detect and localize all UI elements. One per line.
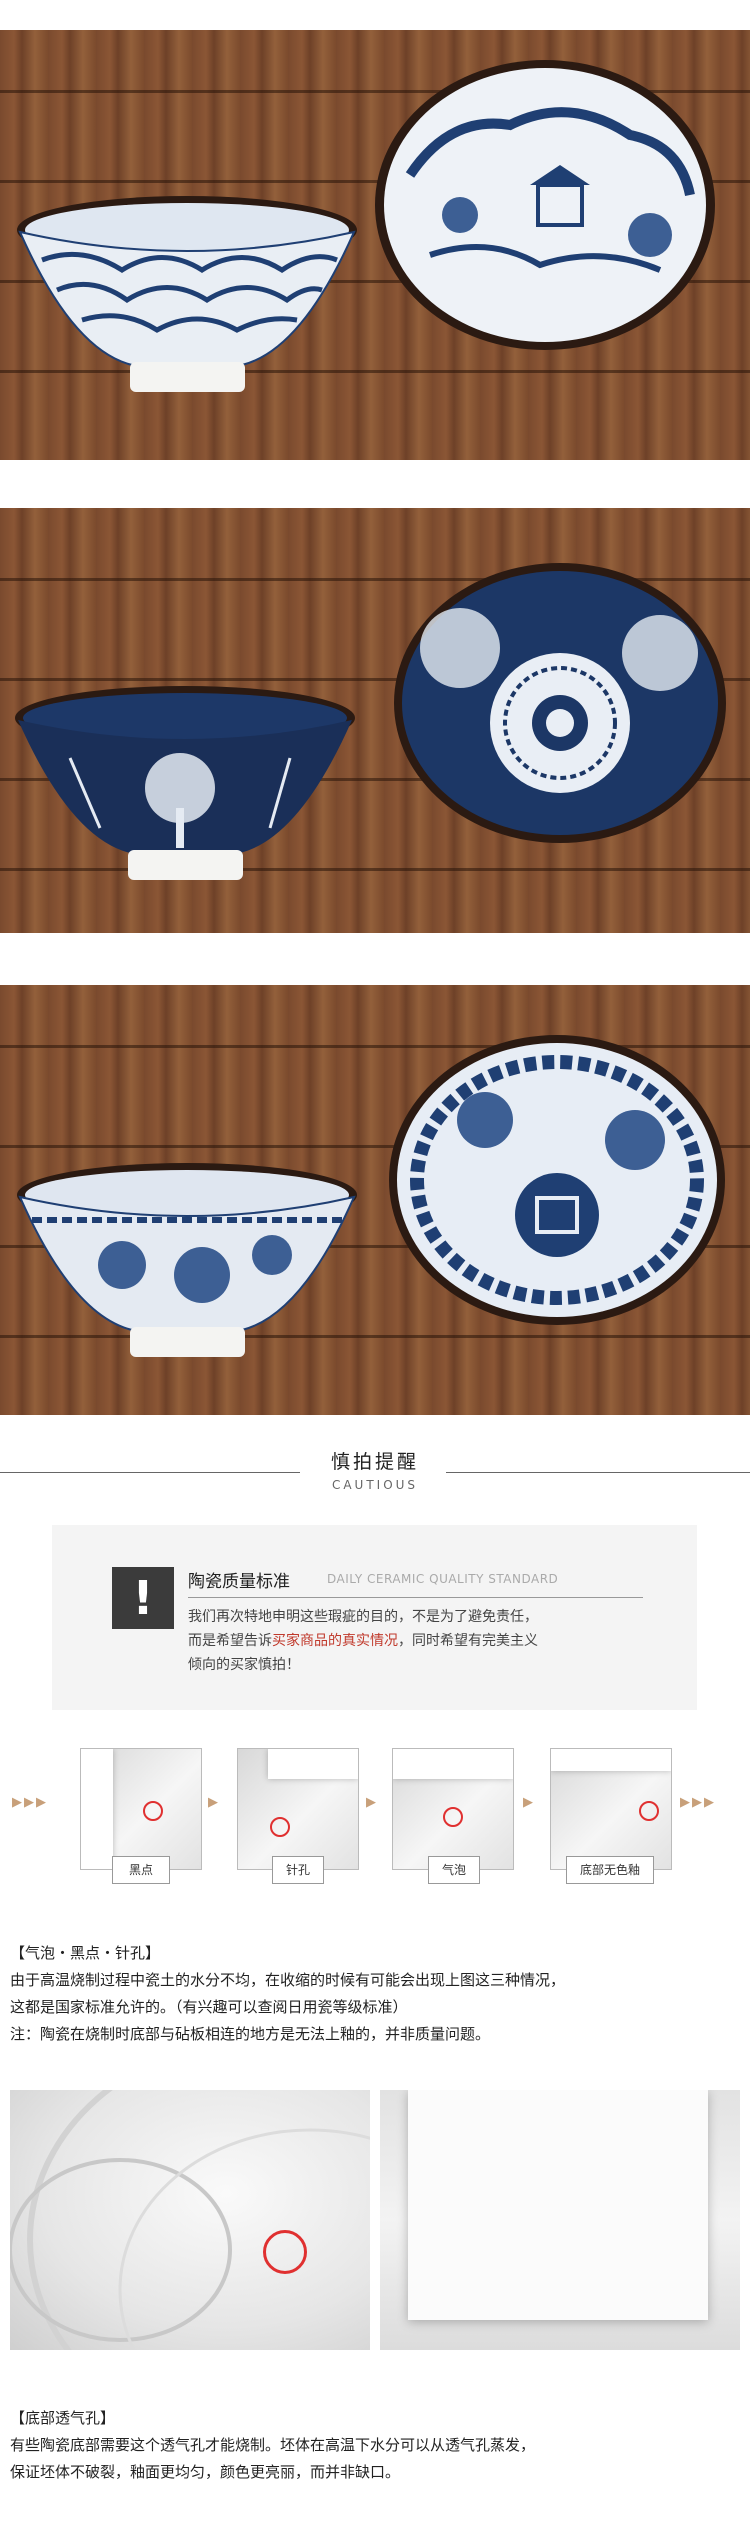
bowl-top-view [370,55,720,355]
product-photo-fret-pattern-bowls [0,985,750,1415]
plate-outline [10,2090,370,2350]
defect-marker [143,1801,163,1821]
bowl-top-view [385,1030,730,1330]
section-note: 注：陶瓷在烧制时底部与砧板相连的地方是无法上釉的，并非质量问题。 [10,2025,491,2043]
plate-edge-photo [380,2090,740,2350]
arrow-decoration-left: ▶▶▶ [12,1795,48,1810]
section-text-line: 这都是国家标准允许的。（有兴趣可以查阅日用瓷等级标准） [10,1998,408,2016]
section-text-line: 保证坯体不破裂，釉面更均匀，颜色更亮丽，而并非缺口。 [10,2463,401,2481]
defect-photo-bubble [392,1748,514,1870]
bowl-side-view [12,150,362,400]
bowl-side-view [12,1125,362,1365]
section-text-line: 由于高温烧制过程中瓷土的水分不均，在收缩的时候有可能会出现上图这三种情况， [10,1971,566,1989]
arrow-decoration-right: ▶▶▶ [680,1795,716,1810]
section-bubble-spot-pinhole: 【气泡・黑点・针孔】 由于高温烧制过程中瓷土的水分不均，在收缩的时候有可能会出现… [10,1940,740,2048]
defect-photo-unglazed-base [550,1748,672,1870]
product-photo-dark-blue-bowls [0,508,750,933]
standard-text-line-3: 倾向的买家慎拍！ [188,1657,300,1673]
defect-marker [443,1807,463,1827]
defect-marker [639,1801,659,1821]
arrow-decoration: ▶ [523,1795,535,1810]
standard-text: 我们再次特地申明这些瑕疵的目的，不是为了避免责任， 而是希望告诉买家商品的真实情… [188,1605,658,1677]
bowl-top-view [390,558,730,848]
defect-label-bubble: 气泡 [428,1856,480,1884]
defect-photo-black-spot [80,1748,202,1870]
caution-title-en: CAUTIOUS [331,1478,419,1492]
section-heading: 【气泡・黑点・针孔】 [10,1944,161,1962]
caution-title-cn: 慎拍提醒 [330,1451,419,1473]
standard-divider [188,1597,643,1598]
bowl-side-view [10,648,360,888]
defect-marker [270,1817,290,1837]
defect-label-black-spot: 黑点 [112,1856,170,1884]
section-heading: 【底部透气孔】 [10,2409,116,2427]
vent-hole-marker [263,2230,307,2274]
standard-title: 陶瓷质量标准 [188,1572,290,1592]
product-photo-landscape-bowls [0,30,750,460]
caution-heading: 慎拍提醒 CAUTIOUS [0,1447,750,1492]
highlight-text: 买家商品的真实情况 [272,1633,398,1649]
defect-label-unglazed-base: 底部无色釉 [566,1856,654,1884]
arrow-decoration: ▶ [366,1795,378,1810]
standard-text-line-2: 而是希望告诉买家商品的真实情况，同时希望有完美主义 [188,1633,538,1649]
warning-icon: ! [112,1567,174,1629]
arrow-decoration: ▶ [208,1795,220,1810]
section-vent-hole: 【底部透气孔】 有些陶瓷底部需要这个透气孔才能烧制。坯体在高温下水分可以从透气孔… [10,2405,740,2486]
standard-text-line-1: 我们再次特地申明这些瑕疵的目的，不是为了避免责任， [188,1609,538,1625]
defect-photo-pinhole [237,1748,359,1870]
section-text-line: 有些陶瓷底部需要这个透气孔才能烧制。坯体在高温下水分可以从透气孔蒸发， [10,2436,536,2454]
quality-standard-box: ! 陶瓷质量标准 DAILY CERAMIC QUALITY STANDARD … [52,1525,697,1710]
plate-bottom-photo [10,2090,370,2350]
defect-label-pinhole: 针孔 [272,1856,324,1884]
standard-subtitle: DAILY CERAMIC QUALITY STANDARD [327,1572,559,1586]
